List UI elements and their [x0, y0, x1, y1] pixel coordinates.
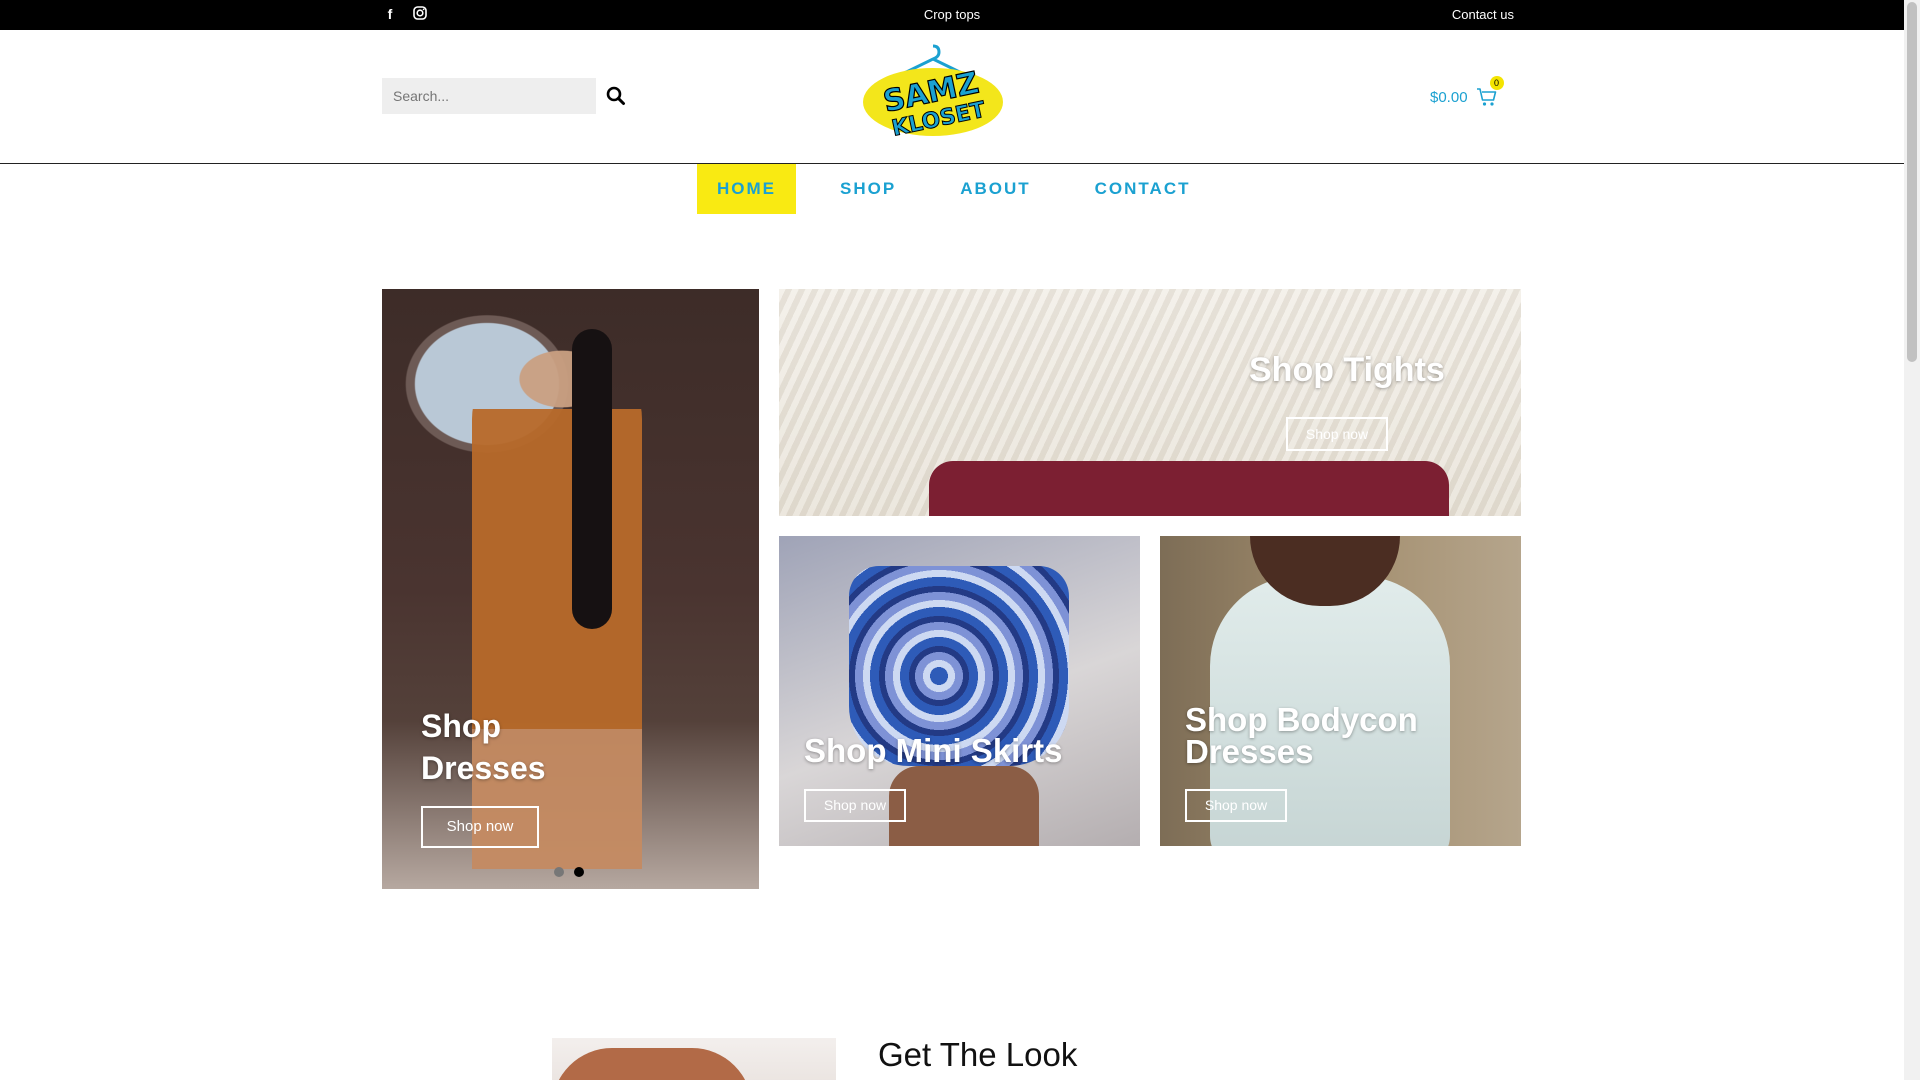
- carousel-dots: [554, 867, 584, 877]
- cart-count-badge: 0: [1489, 76, 1504, 90]
- nav-item-about[interactable]: ABOUT: [940, 164, 1050, 214]
- contact-us-link[interactable]: Contact us: [1452, 7, 1514, 22]
- shop-tights-button[interactable]: Shop now: [1286, 417, 1388, 451]
- carousel-dot-1[interactable]: [554, 867, 564, 877]
- carousel-dot-2[interactable]: [574, 867, 584, 877]
- search-input[interactable]: [382, 78, 596, 114]
- cart-total: $0.00: [1430, 88, 1468, 106]
- site-logo[interactable]: SAMZ KLOSET: [860, 40, 1006, 150]
- shop-bodycon-button[interactable]: Shop now: [1185, 789, 1287, 822]
- dresses-tile[interactable]: Shop Dresses Shop now: [382, 289, 759, 889]
- promo-link[interactable]: Crop tops: [0, 7, 1904, 22]
- cart-button[interactable]: $0.00 0: [1430, 76, 1504, 108]
- page: f Crop tops Contact us SAMZ KLOSET $0.00: [0, 0, 1920, 1080]
- bodycon-title: Shop Bodycon Dresses: [1185, 701, 1418, 770]
- shop-mini-skirts-button[interactable]: Shop now: [804, 789, 906, 822]
- get-the-look-image: [552, 1038, 836, 1080]
- nav-item-home[interactable]: HOME: [697, 164, 796, 214]
- nav-item-contact[interactable]: CONTACT: [1075, 164, 1211, 214]
- nav-item-shop[interactable]: SHOP: [820, 164, 916, 214]
- mini-skirts-tile[interactable]: Shop Mini Skirts Shop now: [779, 536, 1140, 846]
- page-scrollbar[interactable]: [1904, 0, 1920, 1080]
- mini-skirts-title: Shop Mini Skirts: [804, 732, 1063, 769]
- main-nav: HOME SHOP ABOUT CONTACT: [697, 164, 1234, 214]
- cart-icon: 0: [1476, 76, 1504, 108]
- get-the-look-title: Get The Look: [878, 1036, 1078, 1073]
- tights-tile[interactable]: Shop Tights Shop now: [779, 289, 1521, 516]
- bodycon-tile[interactable]: Shop Bodycon Dresses Shop now: [1160, 536, 1521, 846]
- shop-dresses-button[interactable]: Shop now: [421, 806, 539, 848]
- site-header: SAMZ KLOSET $0.00 0: [0, 30, 1904, 164]
- tights-image: [929, 461, 1449, 516]
- scrollbar-thumb[interactable]: [1907, 2, 1917, 362]
- tights-title: Shop Tights: [1249, 351, 1445, 389]
- dresses-title: Shop Dresses: [421, 708, 546, 786]
- top-bar: f Crop tops Contact us: [0, 0, 1904, 30]
- search-icon[interactable]: [604, 84, 628, 108]
